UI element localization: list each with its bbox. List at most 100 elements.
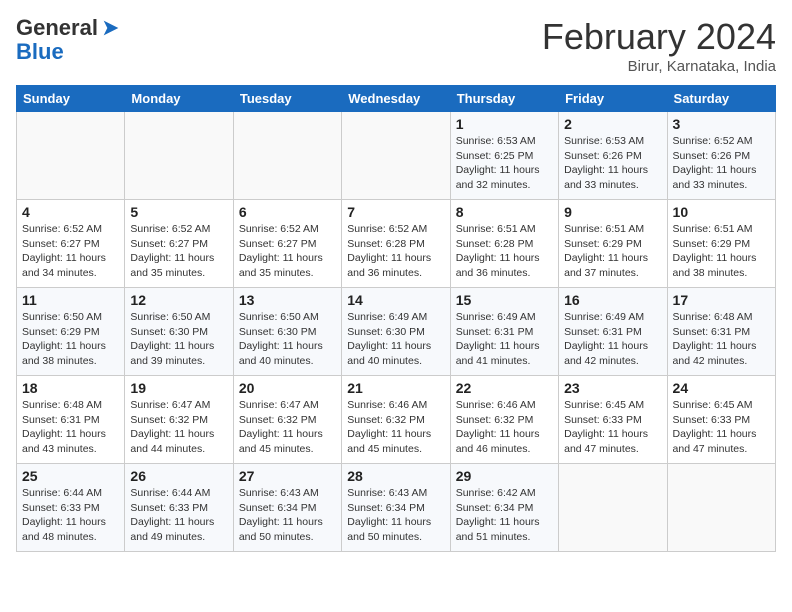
day-number: 23 xyxy=(564,380,661,396)
calendar-cell: 8 Sunrise: 6:51 AM Sunset: 6:28 PM Daylig… xyxy=(450,200,558,288)
day-number: 1 xyxy=(456,116,553,132)
day-info: Sunrise: 6:51 AM Sunset: 6:29 PM Dayligh… xyxy=(564,222,661,281)
day-info: Sunrise: 6:50 AM Sunset: 6:30 PM Dayligh… xyxy=(239,310,336,369)
day-info: Sunrise: 6:46 AM Sunset: 6:32 PM Dayligh… xyxy=(347,398,444,457)
calendar-cell: 17Sunrise: 6:48 AM Sunset: 6:31 PM Dayli… xyxy=(667,288,775,376)
day-number: 26 xyxy=(130,468,227,484)
day-number: 14 xyxy=(347,292,444,308)
weekday-thursday: Thursday xyxy=(450,86,558,112)
day-number: 12 xyxy=(130,292,227,308)
location-subtitle: Birur, Karnataka, India xyxy=(542,58,776,75)
calendar-cell: 23 Sunrise: 6:45 AM Sunset: 6:33 PM Dayli… xyxy=(559,376,667,464)
day-number: 8 xyxy=(456,204,553,220)
day-number: 22 xyxy=(456,380,553,396)
logo: General Blue xyxy=(16,16,122,64)
calendar-cell: 26 Sunrise: 6:44 AM Sunset: 6:33 PM Dayli… xyxy=(125,464,233,552)
day-number: 19 xyxy=(130,380,227,396)
calendar-cell: 16 Sunrise: 6:49 AM Sunset: 6:31 PM Dayli… xyxy=(559,288,667,376)
calendar-cell: 15 Sunrise: 6:49 AM Sunset: 6:31 PM Dayli… xyxy=(450,288,558,376)
day-info: Sunrise: 6:47 AM Sunset: 6:32 PM Dayligh… xyxy=(239,398,336,457)
calendar-week-5: 25 Sunrise: 6:44 AM Sunset: 6:33 PM Dayli… xyxy=(17,464,776,552)
day-info: Sunrise: 6:50 AM Sunset: 6:29 PM Dayligh… xyxy=(22,310,119,369)
weekday-monday: Monday xyxy=(125,86,233,112)
calendar-cell xyxy=(125,112,233,200)
day-number: 3 xyxy=(673,116,770,132)
day-number: 5 xyxy=(130,204,227,220)
day-info: Sunrise: 6:52 AM Sunset: 6:26 PM Dayligh… xyxy=(673,134,770,193)
calendar-cell xyxy=(17,112,125,200)
day-number: 21 xyxy=(347,380,444,396)
calendar-cell: 20 Sunrise: 6:47 AM Sunset: 6:32 PM Dayli… xyxy=(233,376,341,464)
day-number: 11 xyxy=(22,292,119,308)
day-number: 18 xyxy=(22,380,119,396)
day-info: Sunrise: 6:44 AM Sunset: 6:33 PM Dayligh… xyxy=(22,486,119,545)
day-info: Sunrise: 6:49 AM Sunset: 6:30 PM Dayligh… xyxy=(347,310,444,369)
calendar-cell: 25 Sunrise: 6:44 AM Sunset: 6:33 PM Dayli… xyxy=(17,464,125,552)
day-info: Sunrise: 6:52 AM Sunset: 6:28 PM Dayligh… xyxy=(347,222,444,281)
day-info: Sunrise: 6:51 AM Sunset: 6:29 PM Dayligh… xyxy=(673,222,770,281)
calendar-cell: 18 Sunrise: 6:48 AM Sunset: 6:31 PM Dayli… xyxy=(17,376,125,464)
day-info: Sunrise: 6:53 AM Sunset: 6:25 PM Dayligh… xyxy=(456,134,553,193)
day-info: Sunrise: 6:52 AM Sunset: 6:27 PM Dayligh… xyxy=(130,222,227,281)
calendar-cell: 12 Sunrise: 6:50 AM Sunset: 6:30 PM Dayli… xyxy=(125,288,233,376)
day-info: Sunrise: 6:51 AM Sunset: 6:28 PM Dayligh… xyxy=(456,222,553,281)
day-info: Sunrise: 6:45 AM Sunset: 6:33 PM Dayligh… xyxy=(673,398,770,457)
day-info: Sunrise: 6:47 AM Sunset: 6:32 PM Dayligh… xyxy=(130,398,227,457)
calendar-cell: 27Sunrise: 6:43 AM Sunset: 6:34 PM Dayli… xyxy=(233,464,341,552)
calendar-cell: 22 Sunrise: 6:46 AM Sunset: 6:32 PM Dayli… xyxy=(450,376,558,464)
calendar-cell xyxy=(667,464,775,552)
day-number: 6 xyxy=(239,204,336,220)
day-number: 2 xyxy=(564,116,661,132)
calendar-table: SundayMondayTuesdayWednesdayThursdayFrid… xyxy=(16,85,776,552)
weekday-tuesday: Tuesday xyxy=(233,86,341,112)
calendar-cell: 3 Sunrise: 6:52 AM Sunset: 6:26 PM Daylig… xyxy=(667,112,775,200)
month-title: February 2024 xyxy=(542,16,776,58)
day-info: Sunrise: 6:45 AM Sunset: 6:33 PM Dayligh… xyxy=(564,398,661,457)
calendar-cell: 29 Sunrise: 6:42 AM Sunset: 6:34 PM Dayli… xyxy=(450,464,558,552)
day-number: 20 xyxy=(239,380,336,396)
day-number: 15 xyxy=(456,292,553,308)
day-number: 17 xyxy=(673,292,770,308)
calendar-cell: 13Sunrise: 6:50 AM Sunset: 6:30 PM Dayli… xyxy=(233,288,341,376)
day-info: Sunrise: 6:42 AM Sunset: 6:34 PM Dayligh… xyxy=(456,486,553,545)
day-info: Sunrise: 6:53 AM Sunset: 6:26 PM Dayligh… xyxy=(564,134,661,193)
day-number: 25 xyxy=(22,468,119,484)
calendar-cell: 6Sunrise: 6:52 AM Sunset: 6:27 PM Daylig… xyxy=(233,200,341,288)
day-number: 27 xyxy=(239,468,336,484)
day-number: 4 xyxy=(22,204,119,220)
day-info: Sunrise: 6:49 AM Sunset: 6:31 PM Dayligh… xyxy=(564,310,661,369)
day-number: 28 xyxy=(347,468,444,484)
title-block: February 2024 Birur, Karnataka, India xyxy=(542,16,776,75)
calendar-week-2: 4 Sunrise: 6:52 AM Sunset: 6:27 PM Daylig… xyxy=(17,200,776,288)
day-info: Sunrise: 6:52 AM Sunset: 6:27 PM Dayligh… xyxy=(22,222,119,281)
day-info: Sunrise: 6:46 AM Sunset: 6:32 PM Dayligh… xyxy=(456,398,553,457)
day-info: Sunrise: 6:49 AM Sunset: 6:31 PM Dayligh… xyxy=(456,310,553,369)
calendar-cell: 10 Sunrise: 6:51 AM Sunset: 6:29 PM Dayli… xyxy=(667,200,775,288)
weekday-saturday: Saturday xyxy=(667,86,775,112)
weekday-sunday: Sunday xyxy=(17,86,125,112)
page-header: General Blue February 2024 Birur, Karnat… xyxy=(16,16,776,75)
calendar-cell: 19 Sunrise: 6:47 AM Sunset: 6:32 PM Dayli… xyxy=(125,376,233,464)
calendar-cell: 28 Sunrise: 6:43 AM Sunset: 6:34 PM Dayli… xyxy=(342,464,450,552)
calendar-cell xyxy=(342,112,450,200)
logo-blue: Blue xyxy=(16,39,64,64)
day-number: 7 xyxy=(347,204,444,220)
day-info: Sunrise: 6:44 AM Sunset: 6:33 PM Dayligh… xyxy=(130,486,227,545)
day-info: Sunrise: 6:48 AM Sunset: 6:31 PM Dayligh… xyxy=(22,398,119,457)
day-number: 16 xyxy=(564,292,661,308)
logo-general: General xyxy=(16,16,98,40)
day-info: Sunrise: 6:50 AM Sunset: 6:30 PM Dayligh… xyxy=(130,310,227,369)
calendar-cell: 2 Sunrise: 6:53 AM Sunset: 6:26 PM Daylig… xyxy=(559,112,667,200)
day-number: 24 xyxy=(673,380,770,396)
weekday-header-row: SundayMondayTuesdayWednesdayThursdayFrid… xyxy=(17,86,776,112)
calendar-cell: 5 Sunrise: 6:52 AM Sunset: 6:27 PM Daylig… xyxy=(125,200,233,288)
calendar-cell: 11 Sunrise: 6:50 AM Sunset: 6:29 PM Dayli… xyxy=(17,288,125,376)
logo-icon xyxy=(100,17,122,39)
day-info: Sunrise: 6:43 AM Sunset: 6:34 PM Dayligh… xyxy=(347,486,444,545)
calendar-cell: 4 Sunrise: 6:52 AM Sunset: 6:27 PM Daylig… xyxy=(17,200,125,288)
day-number: 10 xyxy=(673,204,770,220)
calendar-week-3: 11 Sunrise: 6:50 AM Sunset: 6:29 PM Dayli… xyxy=(17,288,776,376)
calendar-cell: 7 Sunrise: 6:52 AM Sunset: 6:28 PM Daylig… xyxy=(342,200,450,288)
day-number: 29 xyxy=(456,468,553,484)
calendar-cell xyxy=(233,112,341,200)
